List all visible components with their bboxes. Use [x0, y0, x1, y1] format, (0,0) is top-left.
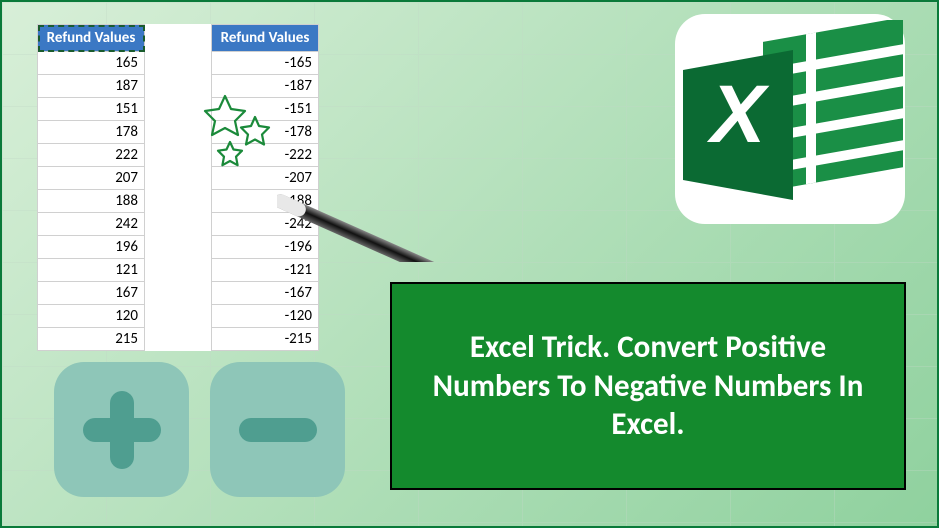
- cell-pos[interactable]: 215: [38, 328, 145, 351]
- cell-pos[interactable]: 187: [38, 75, 145, 98]
- cell-pos[interactable]: 167: [38, 282, 145, 305]
- minus-icon: [210, 362, 345, 497]
- cell-pos[interactable]: 196: [38, 236, 145, 259]
- cell-neg[interactable]: -167: [212, 282, 319, 305]
- cell-neg[interactable]: -120: [212, 305, 319, 328]
- stars-icon: [197, 92, 287, 172]
- cell-pos[interactable]: 222: [38, 144, 145, 167]
- col-header-negative[interactable]: Refund Values: [212, 25, 319, 52]
- title-text: Excel Trick. Convert Positive Numbers To…: [420, 328, 876, 444]
- cell-pos[interactable]: 178: [38, 121, 145, 144]
- excel-logo-icon: X: [675, 14, 905, 224]
- cell-pos[interactable]: 207: [38, 167, 145, 190]
- cell-pos[interactable]: 121: [38, 259, 145, 282]
- cell-neg[interactable]: -215: [212, 328, 319, 351]
- cell-pos[interactable]: 151: [38, 98, 145, 121]
- title-banner: Excel Trick. Convert Positive Numbers To…: [390, 282, 906, 490]
- plus-icon: [54, 362, 189, 497]
- svg-text:X: X: [707, 69, 770, 160]
- cell-pos[interactable]: 120: [38, 305, 145, 328]
- cell-pos[interactable]: 165: [38, 52, 145, 75]
- cell-pos[interactable]: 188: [38, 190, 145, 213]
- col-header-positive[interactable]: Refund Values: [38, 25, 145, 52]
- cell-pos[interactable]: 242: [38, 213, 145, 236]
- cell-neg[interactable]: -165: [212, 52, 319, 75]
- spacer: [145, 25, 212, 52]
- wand-icon: [277, 142, 527, 262]
